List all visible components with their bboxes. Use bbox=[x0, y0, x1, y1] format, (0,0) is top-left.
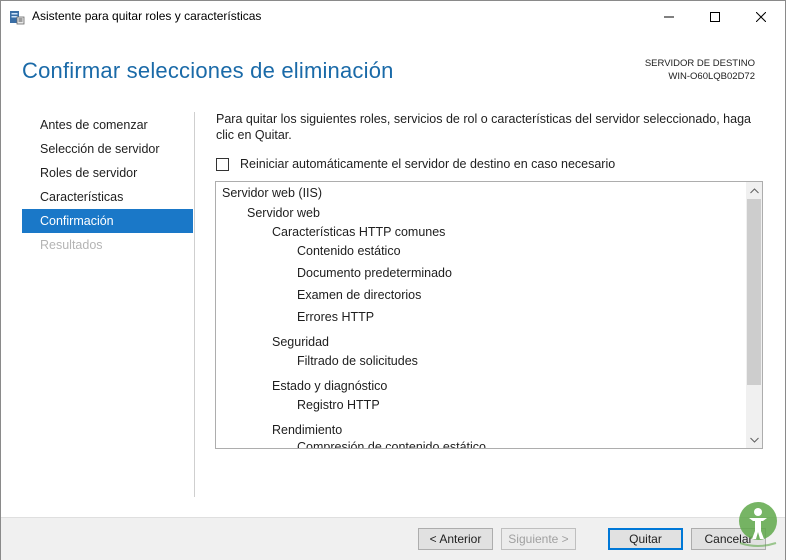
tree-item: Rendimiento bbox=[272, 423, 343, 437]
previous-button[interactable]: < Anterior bbox=[418, 528, 493, 550]
minimize-icon bbox=[664, 16, 674, 17]
intro-text: Para quitar los siguientes roles, servic… bbox=[216, 112, 751, 142]
chevron-up-icon bbox=[749, 187, 759, 193]
nav-item-seleccion-de-servidor[interactable]: Selección de servidor bbox=[22, 137, 193, 161]
tree-item: Compresión de contenido estático bbox=[297, 440, 487, 448]
tree-item: Documento predeterminado bbox=[297, 266, 452, 280]
window-title: Asistente para quitar roles y caracterís… bbox=[32, 9, 262, 23]
close-icon bbox=[756, 11, 766, 22]
next-button: Siguiente > bbox=[501, 528, 576, 550]
nav-divider bbox=[194, 112, 195, 497]
minimize-button[interactable] bbox=[646, 1, 692, 32]
tree-item: Filtrado de solicitudes bbox=[297, 354, 418, 368]
nav-item-caracteristicas[interactable]: Características bbox=[22, 185, 193, 209]
wizard-window: Asistente para quitar roles y caracterís… bbox=[0, 0, 786, 560]
tree-item: Características HTTP comunes bbox=[272, 225, 446, 239]
tree-item: Estado y diagnóstico bbox=[272, 379, 388, 393]
scroll-up-button[interactable] bbox=[746, 182, 762, 199]
tree-item: Contenido estático bbox=[297, 244, 401, 258]
wizard-steps-nav: Antes de comenzar Selección de servidor … bbox=[22, 113, 193, 257]
tree-item: Registro HTTP bbox=[297, 398, 380, 412]
maximize-button[interactable] bbox=[692, 1, 738, 32]
close-button[interactable] bbox=[738, 1, 784, 32]
scroll-down-button[interactable] bbox=[746, 431, 762, 448]
destination-server-name: WIN-O60LQB02D72 bbox=[668, 71, 755, 82]
nav-item-roles-de-servidor[interactable]: Roles de servidor bbox=[22, 161, 193, 185]
vertical-scrollbar[interactable] bbox=[746, 182, 762, 448]
maximize-icon bbox=[710, 11, 720, 22]
removal-selections-list[interactable]: Servidor web (IIS) Servidor web Caracterís… bbox=[215, 181, 763, 449]
restart-checkbox-label[interactable]: Reiniciar automáticamente el servidor de… bbox=[240, 157, 615, 171]
remove-button[interactable]: Quitar bbox=[608, 528, 683, 550]
restart-option[interactable]: Reiniciar automáticamente el servidor de… bbox=[216, 156, 615, 172]
chevron-down-icon bbox=[749, 437, 759, 443]
page-title: Confirmar selecciones de eliminación bbox=[22, 58, 394, 83]
nav-item-confirmacion[interactable]: Confirmación bbox=[22, 209, 193, 233]
scroll-thumb[interactable] bbox=[747, 199, 761, 385]
watermark-logo bbox=[736, 499, 780, 551]
tree-view: Servidor web (IIS) Servidor web Caracterís… bbox=[216, 182, 746, 448]
tree-item: Servidor web (IIS) bbox=[222, 186, 323, 200]
tree-item: Examen de directorios bbox=[297, 288, 422, 302]
restart-checkbox[interactable] bbox=[216, 157, 229, 171]
destination-server-label: SERVIDOR DE DESTINO bbox=[644, 58, 755, 69]
title-bar: Asistente para quitar roles y caracterís… bbox=[1, 1, 785, 32]
nav-item-antes-de-comenzar[interactable]: Antes de comenzar bbox=[22, 113, 193, 137]
tree-item: Errores HTTP bbox=[297, 310, 375, 324]
tree-item: Servidor web bbox=[247, 206, 320, 220]
tree-item: Seguridad bbox=[272, 335, 329, 349]
nav-item-resultados: Resultados bbox=[40, 238, 103, 252]
server-manager-icon bbox=[9, 9, 25, 25]
